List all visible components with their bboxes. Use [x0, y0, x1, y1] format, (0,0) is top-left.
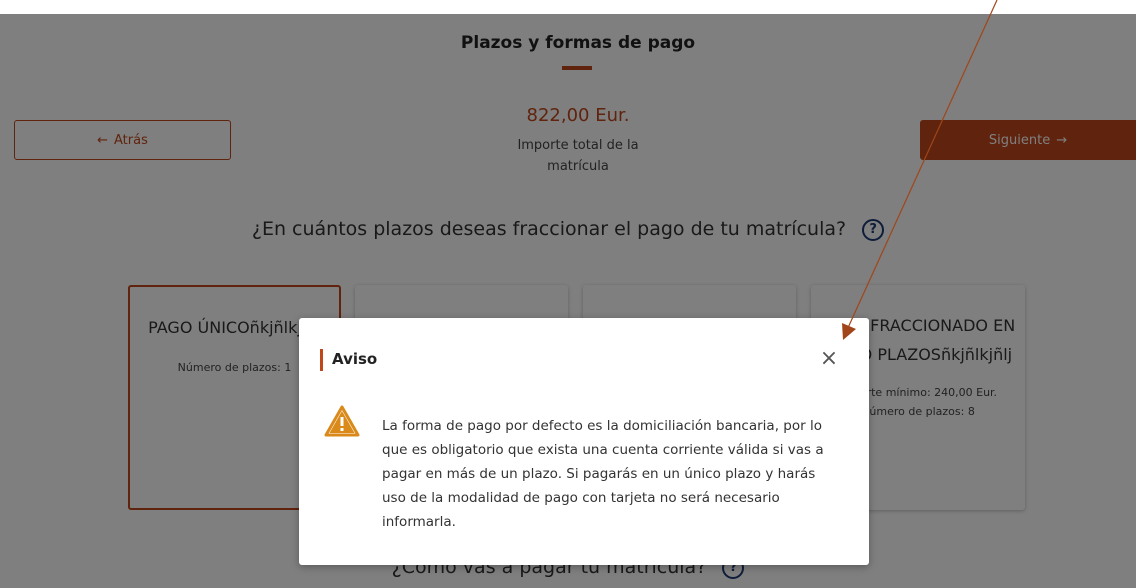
page: Plazos y formas de pago ← Atrás 822,00 E… [0, 0, 1136, 588]
warning-dialog: Aviso × La forma de pago por defecto es … [299, 318, 869, 565]
warning-triangle-icon [324, 405, 360, 437]
dialog-message: La forma de pago por defecto es la domic… [382, 418, 824, 530]
dialog-title-accent [320, 349, 323, 371]
dialog-title: Aviso [332, 350, 378, 368]
close-icon[interactable]: × [817, 347, 841, 371]
top-strip [0, 0, 1136, 14]
